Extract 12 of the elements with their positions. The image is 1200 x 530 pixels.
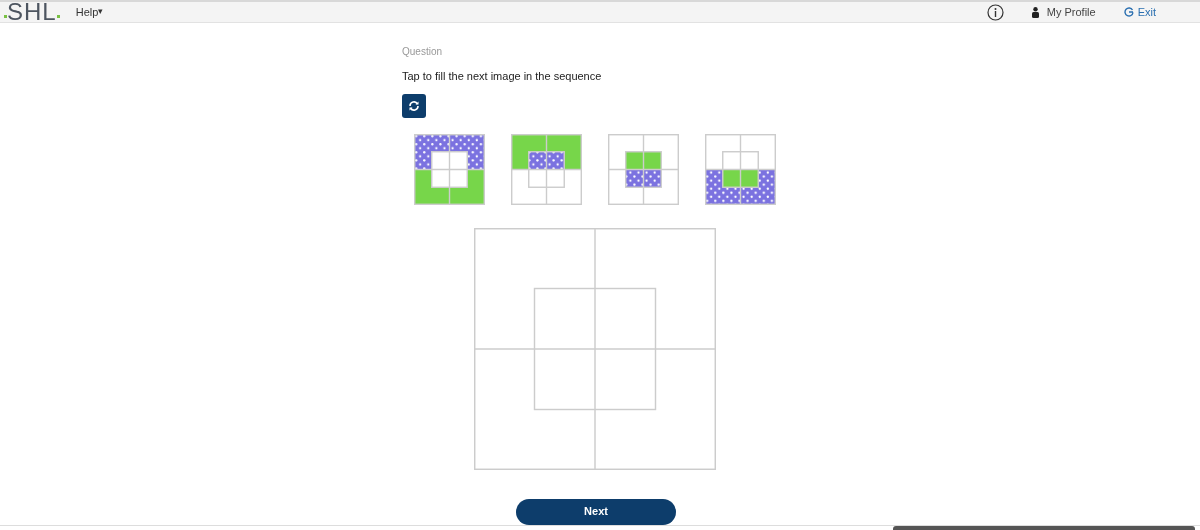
- refresh-button[interactable]: [402, 93, 426, 118]
- info-icon[interactable]: [986, 3, 1004, 21]
- question-label: Question: [402, 45, 444, 59]
- refresh-icon: [408, 99, 420, 112]
- logo: SHL: [7, 1, 57, 23]
- help-menu[interactable]: Help▾: [75, 3, 104, 21]
- next-button[interactable]: Next: [516, 498, 676, 525]
- question-prompt: Tap to fill the next image in the sequence: [402, 69, 603, 84]
- exit-icon: [1123, 7, 1134, 17]
- exit-link[interactable]: Exit: [1137, 3, 1156, 21]
- person-icon: [1031, 6, 1039, 18]
- profile-link[interactable]: My Profile: [1046, 3, 1096, 21]
